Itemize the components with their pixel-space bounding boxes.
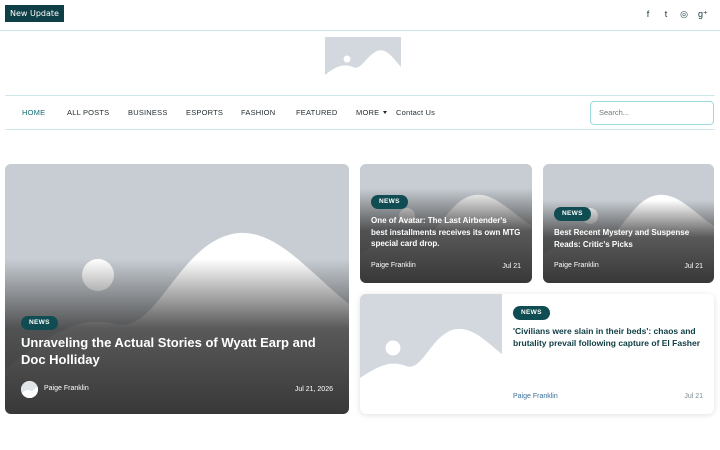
nav-fashion[interactable]: FASHION — [241, 108, 275, 118]
social-links: f t ◎ g⁺ — [644, 9, 708, 19]
article-thumbnail[interactable] — [360, 294, 502, 414]
featured-card[interactable]: NEWS Unraveling the Actual Stories of Wy… — [5, 164, 349, 414]
article-title[interactable]: Best Recent Mystery and Suspense Reads: … — [554, 227, 706, 250]
article-title[interactable]: Unraveling the Actual Stories of Wyatt E… — [21, 335, 331, 368]
article-title[interactable]: One of Avatar: The Last Airbender's best… — [371, 215, 523, 250]
caret-down-icon — [383, 111, 388, 114]
author-name[interactable]: Paige Franklin — [44, 385, 89, 392]
article-title[interactable]: 'Civilians were slain in their beds': ch… — [513, 326, 705, 349]
post-date: Jul 21 — [684, 393, 703, 400]
site-logo[interactable] — [325, 37, 401, 87]
author-name[interactable]: Paige Franklin — [513, 393, 558, 400]
nav-all-posts[interactable]: ALL POSTS — [67, 108, 109, 118]
user-avatar-icon — [21, 381, 38, 398]
article-card[interactable]: NEWS Best Recent Mystery and Suspense Re… — [543, 164, 714, 283]
image-placeholder-icon — [325, 37, 401, 87]
post-date: Jul 21, 2026 — [294, 386, 333, 393]
nav-esports[interactable]: ESPORTS — [186, 108, 223, 118]
author-name[interactable]: Paige Franklin — [554, 262, 599, 269]
google-plus-icon[interactable]: g⁺ — [698, 9, 708, 19]
nav-featured[interactable]: FEATURED — [296, 108, 337, 118]
nav-contact-us[interactable]: Contact Us — [396, 108, 435, 118]
top-bar: New Update f t ◎ g⁺ — [0, 0, 720, 31]
category-badge[interactable]: NEWS — [21, 316, 58, 330]
post-date: Jul 21 — [684, 263, 703, 270]
category-badge[interactable]: NEWS — [554, 207, 591, 221]
instagram-icon[interactable]: ◎ — [680, 9, 688, 19]
facebook-icon[interactable]: f — [644, 9, 652, 19]
twitter-icon[interactable]: t — [662, 9, 670, 19]
article-card[interactable]: NEWS One of Avatar: The Last Airbender's… — [360, 164, 532, 283]
new-update-badge[interactable]: New Update — [5, 5, 64, 22]
author-name[interactable]: Paige Franklin — [371, 262, 416, 269]
category-badge[interactable]: NEWS — [371, 195, 408, 209]
image-placeholder-icon — [360, 294, 502, 414]
nav-home[interactable]: HOME — [22, 108, 45, 118]
search-input[interactable]: Search... — [590, 101, 714, 125]
post-date: Jul 21 — [502, 263, 521, 270]
avatar — [21, 381, 38, 398]
category-badge[interactable]: NEWS — [513, 306, 550, 320]
nav-more-label: MORE — [356, 108, 380, 117]
side-article-card[interactable]: NEWS 'Civilians were slain in their beds… — [360, 294, 714, 414]
nav-business[interactable]: BUSINESS — [128, 108, 168, 118]
nav-more[interactable]: MORE — [356, 108, 388, 118]
